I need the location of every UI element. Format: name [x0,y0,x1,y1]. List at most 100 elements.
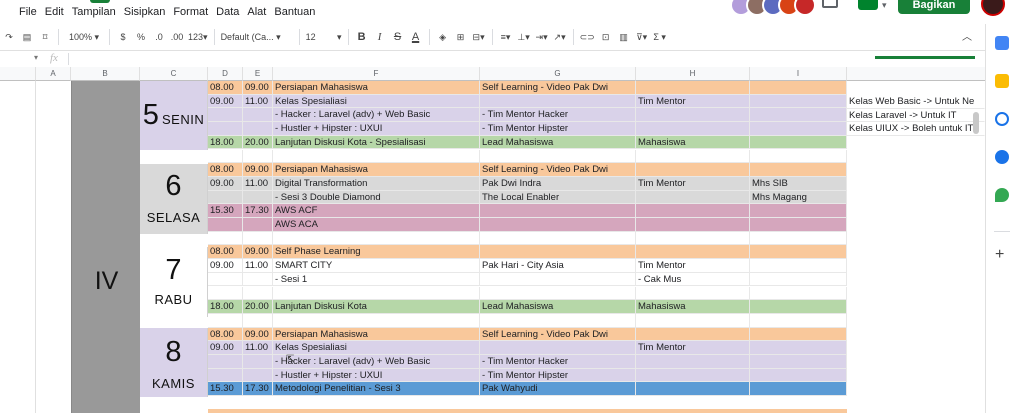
cell-f[interactable]: Lanjutan Diskusi Kota - Spesialisasi [273,135,480,150]
cell-e[interactable]: 09.00 [243,163,273,177]
cell-h[interactable]: Tim Mentor [636,94,750,109]
cell-h[interactable]: Mahasiswa [636,300,750,314]
keep-icon[interactable] [995,74,1009,88]
cell-f[interactable]: Digital Transformation [273,176,480,191]
cell-g[interactable]: Pak Hari - City Asia [480,259,636,273]
cell-d[interactable] [208,190,243,205]
text-wrap-icon[interactable]: ⇥▾ [535,27,549,47]
italic-button[interactable]: I [373,27,387,47]
paint-format-icon[interactable]: ⌑ [38,27,52,47]
cell-g[interactable] [480,94,636,109]
cell-f[interactable]: Metodologi Penelitian - Sesi 3 [273,382,480,397]
horizontal-align-icon[interactable]: ≡▾ [499,27,513,47]
cell-h[interactable]: Tim Mentor [636,176,750,191]
cell-h[interactable] [636,286,750,301]
font-size-select[interactable]: 12 ▾ [306,27,342,47]
menu-tools[interactable]: Alat [247,6,266,18]
cell-h[interactable] [636,245,750,260]
redo-icon[interactable]: ↷ [2,27,16,47]
strikethrough-button[interactable]: S [391,27,405,47]
calendar-icon[interactable] [995,36,1009,50]
cell-e[interactable]: 11.00 [243,259,273,273]
cell-h[interactable]: Tim Mentor [636,341,750,355]
cell-g[interactable] [480,245,636,260]
week-cell[interactable]: IV [71,81,140,413]
cell-i[interactable] [750,341,847,355]
cell-f[interactable]: - Sesi 3 Double Diamond [273,190,480,205]
cell-f[interactable]: - Hacker : Laravel (adv) + Web Basic [273,108,480,123]
cell-e[interactable]: 11.00 [243,176,273,191]
cell-h[interactable] [636,355,750,369]
cell-d[interactable] [208,218,243,232]
cell-g[interactable] [480,286,636,301]
column-header-e[interactable]: E [243,67,273,81]
chevron-down-icon[interactable]: ▾ [882,0,887,11]
cell-d[interactable]: 18.00 [208,135,243,150]
cell-g[interactable]: Self Learning - Video Pak Dwi [480,327,636,342]
meet-icon[interactable] [858,0,878,10]
day-cell-monday[interactable]: 5 SENIN [140,81,208,150]
cell-g[interactable]: Lead Mahasiswa [480,300,636,314]
functions-button[interactable]: Σ ▾ [653,27,667,47]
cell-i[interactable] [750,135,847,150]
cell-g[interactable]: - Tim Mentor Hipster [480,368,636,383]
vertical-scrollbar[interactable] [973,112,979,134]
cell-g[interactable]: Self Learning - Video Pak Dwi [480,81,636,95]
cell-f[interactable] [273,149,480,164]
print-icon[interactable]: ▤ [20,27,34,47]
cell-i[interactable] [750,245,847,260]
column-header-i[interactable]: I [750,67,847,81]
cell-g[interactable]: Self Learning - Video Pak Dwi [480,163,636,177]
chart-icon[interactable]: ▥ [617,27,631,47]
column-header-g[interactable]: G [480,67,636,81]
cell-e[interactable]: 20.00 [243,135,273,150]
cell-e[interactable] [243,368,273,383]
menu-view[interactable]: Tampilan [72,6,116,18]
cell-e[interactable] [243,272,273,287]
bold-button[interactable]: B [355,27,369,47]
cell-h[interactable] [636,368,750,383]
cell-i[interactable] [750,327,847,342]
cell-g[interactable] [480,149,636,164]
zoom-select[interactable]: 100% ▾ [65,27,103,47]
cell-e[interactable]: 11.00 [243,94,273,109]
vertical-align-icon[interactable]: ⊥▾ [517,27,531,47]
column-header-j[interactable] [847,67,985,81]
cell-i[interactable] [750,355,847,369]
cell-d[interactable]: 08.00 [208,81,243,95]
cell-d[interactable]: 18.00 [208,300,243,314]
borders-icon[interactable]: ⊞ [454,27,468,47]
menu-format[interactable]: Format [173,6,208,18]
column-header-c[interactable]: C [140,67,208,81]
cell-h[interactable] [636,382,750,397]
cell-i[interactable] [750,163,847,177]
cell-g[interactable] [480,313,636,328]
cell-e[interactable]: 09.00 [243,245,273,260]
cell-f[interactable]: - Hustler + Hipster : UXUI [273,122,480,136]
cell-d[interactable]: 08.00 [208,163,243,177]
text-rotation-icon[interactable]: ↗▾ [553,27,567,47]
day-cell-wednesday[interactable]: 7 RABU [140,247,208,317]
cell-d[interactable] [208,231,243,246]
cell-g[interactable] [480,341,636,355]
cell-d[interactable]: 15.30 [208,204,243,218]
note-cell[interactable]: Kelas Laravel -> Untuk IT [847,108,985,123]
cell-i[interactable] [750,300,847,314]
column-header-f[interactable]: F [273,67,480,81]
cell-i[interactable] [750,149,847,164]
cell-i[interactable] [750,204,847,218]
cell-e[interactable] [243,218,273,232]
cell-f[interactable]: - Sesi 1 [273,272,480,287]
cell-f[interactable]: - Hustler + Hipster : UXUI [273,368,480,383]
cell-i[interactable] [750,259,847,273]
cell-i[interactable]: Mhs Magang [750,190,847,205]
fill-color-icon[interactable]: ◈ [436,27,450,47]
cell-i[interactable] [750,81,847,95]
spreadsheet-grid[interactable]: A B C D E F G H I IV 5 SENIN 6 SELASA 7 … [0,67,985,413]
cell-h[interactable] [636,122,750,136]
cell-h[interactable] [636,313,750,328]
user-avatar[interactable] [981,0,1005,16]
cell-g[interactable]: - Tim Mentor Hacker [480,108,636,123]
column-header-b[interactable]: B [71,67,140,81]
cell-e[interactable] [243,286,273,301]
